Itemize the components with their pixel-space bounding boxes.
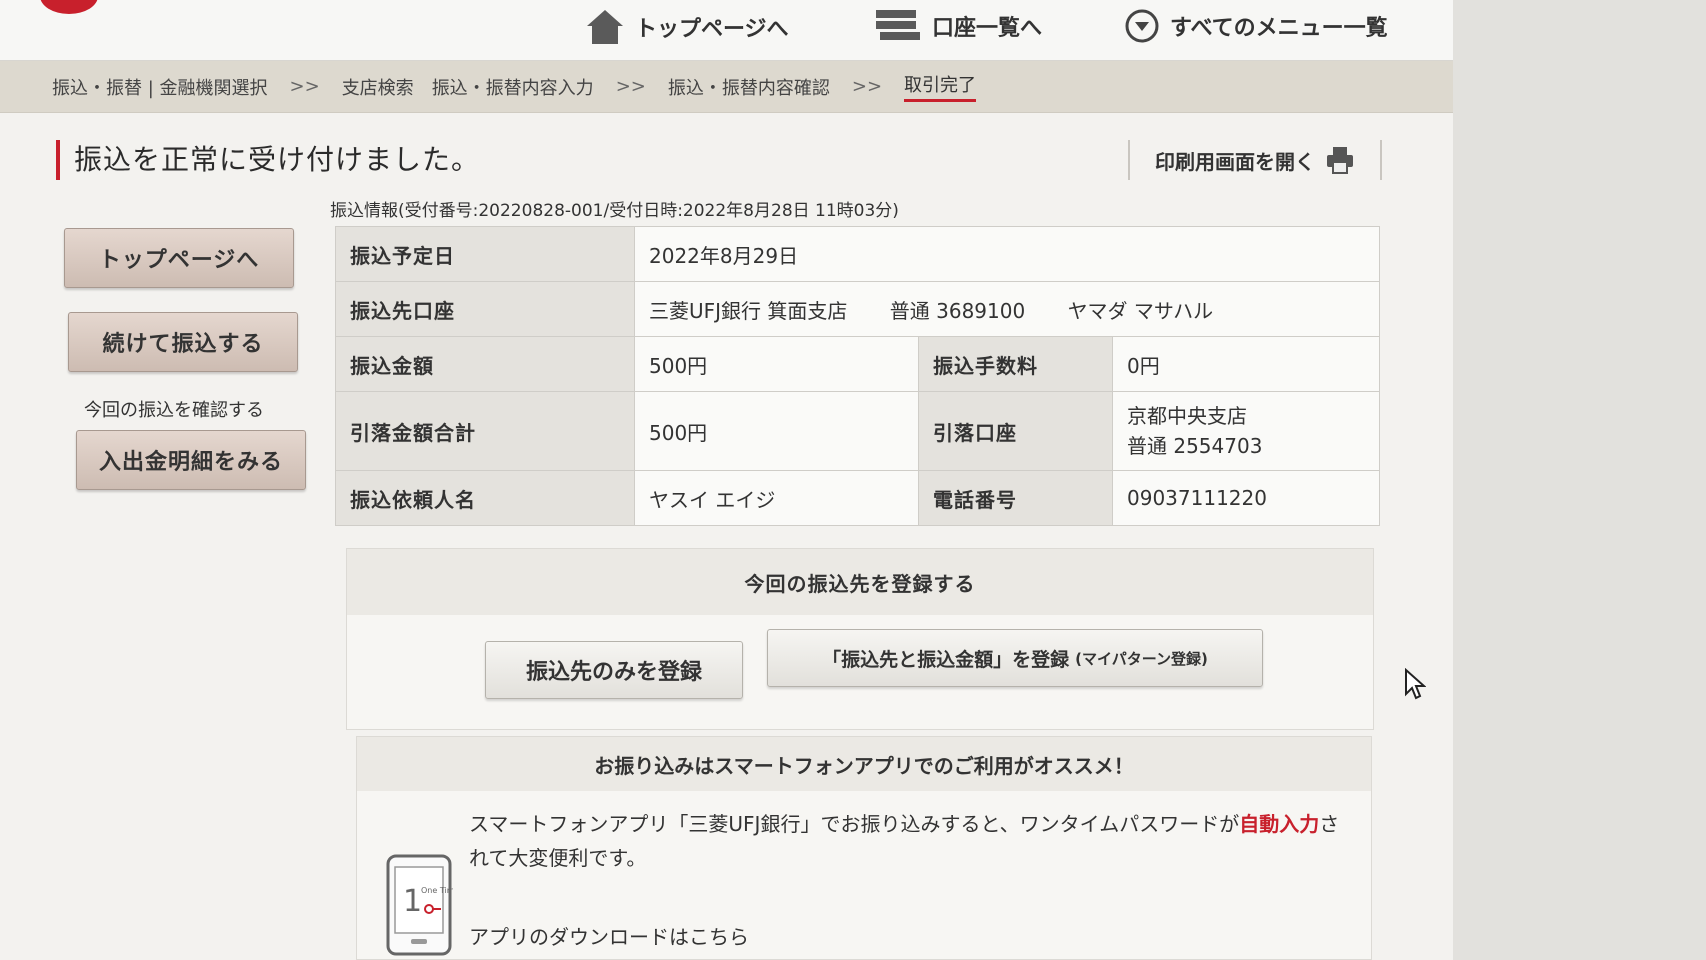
table-row: 振込予定日 2022年8月29日	[335, 226, 1380, 282]
bank-logo-mark	[40, 0, 98, 14]
breadcrumb: 振込・振替 | 金融機関選択 >> 支店検索 振込・振替内容入力 >> 振込・振…	[0, 61, 1453, 113]
destination-account-holder: ヤマダ マサハル	[1067, 298, 1214, 323]
auto-input-highlight: 自動入力	[1239, 812, 1320, 836]
breadcrumb-step-complete: 取引完了	[904, 71, 977, 102]
transfer-amount-value: 500円	[634, 336, 919, 392]
transfer-info-caption: 振込情報(受付番号:20220828-001/受付日時:2022年8月28日 1…	[330, 201, 899, 221]
print-screen-label: 印刷用画面を開く	[1155, 149, 1315, 174]
my-pattern-note: (マイパターン登録)	[1075, 649, 1208, 668]
app-promo-title: お振り込みはスマートフォンアプリでのご利用がオススメ！	[357, 737, 1371, 791]
destination-bank: 三菱UFJ銀行 箕面支店	[649, 298, 848, 323]
destination-account-number: 普通 3689100	[889, 298, 1026, 323]
breadcrumb-step-branch-search: 支店検索	[341, 77, 414, 99]
requester-name-value: ヤスイ エイジ	[634, 470, 919, 526]
breadcrumb-step-bank-select: 振込・振替 | 金融機関選択	[52, 77, 268, 99]
print-screen-link[interactable]: 印刷用画面を開く	[1128, 140, 1382, 180]
nav-account-list[interactable]: 口座一覧へ	[874, 8, 1042, 44]
app-promo-text: スマートフォンアプリ「三菱UFJ銀行」でお振り込みすると、ワンタイムパスワードが…	[469, 807, 1349, 875]
breadcrumb-step-input: 振込・振替内容入力	[431, 77, 594, 99]
transfer-fee-label: 振込手数料	[918, 336, 1113, 392]
breadcrumb-separator: >>	[289, 76, 320, 97]
top-page-button[interactable]: トップページへ	[64, 228, 294, 288]
printer-icon	[1327, 147, 1353, 174]
debit-account-value: 京都中央支店 普通 2554703	[1112, 391, 1380, 471]
table-row: 引落金額合計 500円 引落口座 京都中央支店 普通 2554703	[335, 391, 1380, 471]
destination-account-label: 振込先口座	[335, 281, 635, 337]
scheduled-date-label: 振込予定日	[335, 226, 635, 282]
one-time-label: One Time	[421, 886, 453, 895]
table-row: 振込依頼人名 ヤスイ エイジ 電話番号 09037111220	[335, 470, 1380, 526]
continue-transfer-button[interactable]: 続けて振込する	[68, 312, 298, 372]
requester-name-label: 振込依頼人名	[335, 470, 635, 526]
chevron-down-circle-icon	[1125, 9, 1159, 43]
debit-total-value: 500円	[634, 391, 919, 471]
destination-account-value: 三菱UFJ銀行 箕面支店 普通 3689100 ヤマダ マサハル	[634, 281, 1380, 337]
debit-account-number: 普通 2554703	[1127, 434, 1263, 458]
register-destination-and-amount-label: 「振込先と振込金額」を登録	[822, 648, 1070, 671]
app-promo-text-start: スマートフォンアプリ「三菱UFJ銀行」でお振り込みすると、ワンタイムパスワードが	[469, 812, 1240, 836]
smartphone-icon: 1 One Time	[386, 854, 453, 956]
transfer-fee-value: 0円	[1112, 336, 1380, 392]
site-header: トップページへ 口座一覧へ すべてのメニュー一覧	[0, 0, 1453, 61]
phone-number-label: 電話番号	[918, 470, 1113, 526]
breadcrumb-separator: >>	[615, 76, 646, 97]
register-payee-section: 今回の振込先を登録する 振込先のみを登録 「振込先と振込金額」を登録 (マイパタ…	[346, 548, 1374, 730]
view-statement-button[interactable]: 入出金明細をみる	[76, 430, 306, 490]
register-destination-and-amount-button[interactable]: 「振込先と振込金額」を登録 (マイパターン登録)	[767, 629, 1263, 687]
nav-all-menu-label: すべてのメニュー一覧	[1170, 16, 1388, 41]
one-time-digit: 1	[403, 884, 422, 919]
transfer-amount-label: 振込金額	[335, 336, 635, 392]
mouse-cursor-icon	[1405, 668, 1426, 700]
nav-account-list-label: 口座一覧へ	[932, 16, 1043, 41]
register-destination-only-button[interactable]: 振込先のみを登録	[485, 641, 743, 699]
breadcrumb-step-confirm: 振込・振替内容確認	[667, 77, 830, 99]
table-row: 振込先口座 三菱UFJ銀行 箕面支店 普通 3689100 ヤマダ マサハル	[335, 281, 1380, 337]
home-icon	[587, 10, 623, 44]
page-margin	[1453, 0, 1706, 960]
scheduled-date-value: 2022年8月29日	[634, 226, 1380, 282]
debit-total-label: 引落金額合計	[335, 391, 635, 471]
nav-top-page[interactable]: トップページへ	[585, 8, 789, 46]
page: トップページへ 口座一覧へ すべてのメニュー一覧 振込・振替 | 金融機関選択 …	[0, 0, 1453, 960]
transfer-info-table: 振込予定日 2022年8月29日 振込先口座 三菱UFJ銀行 箕面支店 普通 3…	[335, 226, 1380, 526]
account-list-icon	[876, 10, 920, 40]
debit-account-label: 引落口座	[918, 391, 1113, 471]
breadcrumb-separator: >>	[851, 76, 883, 97]
confirm-transfer-note: 今回の振込を確認する	[84, 400, 264, 421]
app-download-link[interactable]: アプリのダウンロードはこちら	[469, 921, 749, 950]
register-payee-title: 今回の振込先を登録する	[347, 549, 1373, 615]
table-row: 振込金額 500円 振込手数料 0円	[335, 336, 1380, 392]
page-title: 振込を正常に受け付けました。	[56, 140, 480, 180]
nav-all-menu[interactable]: すべてのメニュー一覧	[1124, 8, 1388, 44]
phone-number-value: 09037111220	[1112, 470, 1380, 526]
nav-top-page-label: トップページへ	[635, 17, 789, 42]
app-promo-section: お振り込みはスマートフォンアプリでのご利用がオススメ！ 1 One Time ス…	[356, 736, 1372, 960]
debit-account-branch: 京都中央支店	[1127, 404, 1247, 428]
